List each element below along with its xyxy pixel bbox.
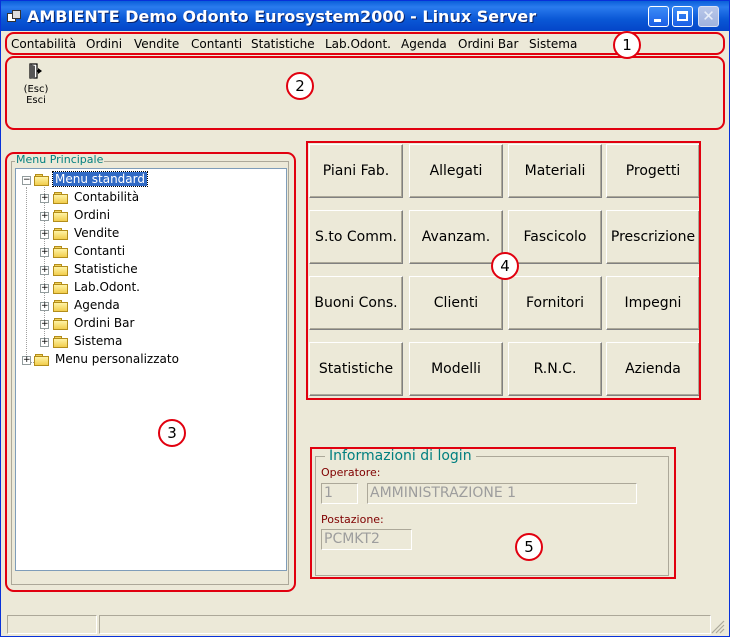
annotation-badge-1: 1: [613, 31, 641, 59]
maximize-button[interactable]: [672, 6, 693, 27]
close-button[interactable]: ✕: [698, 6, 719, 27]
title-bar[interactable]: AMBIENTE Demo Odonto Eurosystem2000 - Li…: [1, 1, 729, 31]
annotation-badge-2: 2: [286, 72, 314, 100]
app-icon[interactable]: [7, 10, 21, 23]
highlight-login-info: [310, 447, 676, 579]
annotation-badge-4: 4: [491, 252, 519, 280]
status-bar: [3, 612, 727, 635]
resize-grip-icon[interactable]: [709, 618, 725, 634]
status-panel: [99, 615, 711, 634]
annotation-badge-3: 3: [158, 419, 186, 447]
maximize-icon: [677, 11, 688, 21]
status-panel: [7, 615, 97, 634]
highlight-toolbar: [5, 56, 725, 130]
window-title: AMBIENTE Demo Odonto Eurosystem2000 - Li…: [27, 7, 537, 26]
annotation-badge-5: 5: [515, 533, 543, 561]
minimize-icon: [654, 19, 661, 22]
highlight-tree: [5, 152, 296, 592]
close-icon: ✕: [702, 7, 715, 25]
minimize-button[interactable]: [648, 6, 669, 27]
main-window: AMBIENTE Demo Odonto Eurosystem2000 - Li…: [0, 0, 730, 637]
